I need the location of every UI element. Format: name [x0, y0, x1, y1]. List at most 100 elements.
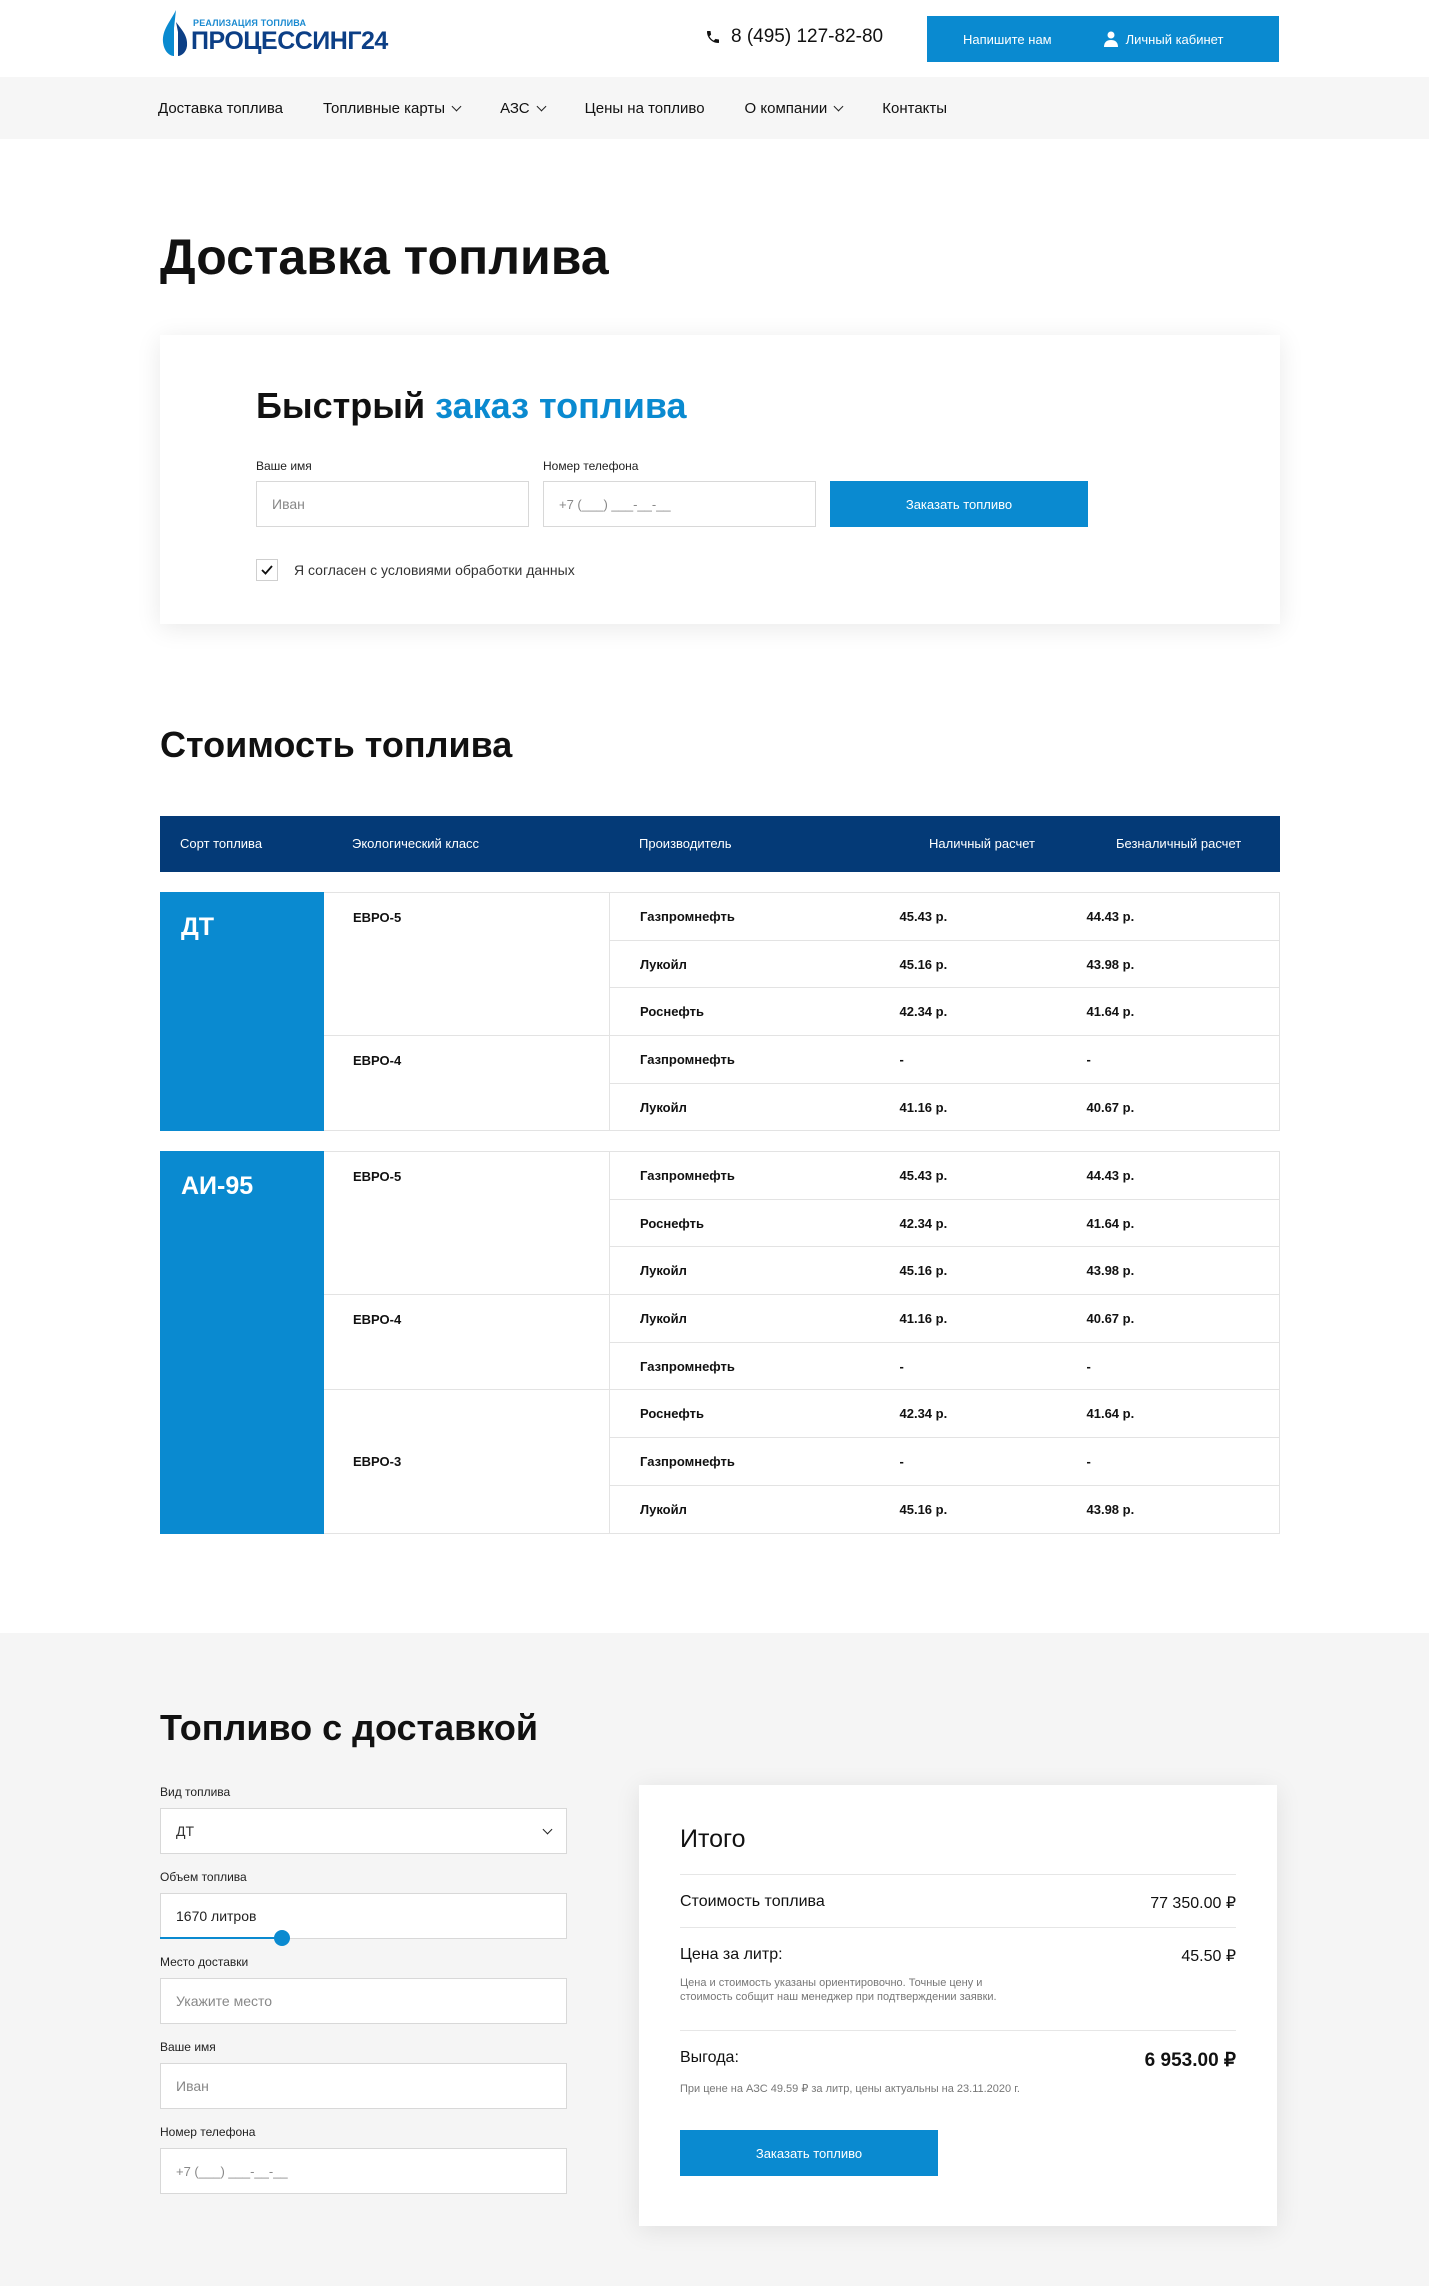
phone-input[interactable]: +7 (___) ___-__-__: [543, 481, 816, 527]
price-label: Цена за литр:: [680, 1946, 783, 1963]
noncash-price-cell: -: [1086, 1035, 1280, 1084]
cash-price-cell: 45.16 р.: [899, 939, 1087, 989]
volume-label: Объем топлива: [160, 1870, 247, 1884]
name-label: Ваше имя: [160, 2040, 216, 2054]
header: РЕАЛИЗАЦИЯ ТОПЛИВА ПРОЦЕССИНГ24 8 (495) …: [0, 0, 1429, 77]
main-nav: Доставка топлива Топливные карты АЗС Цен…: [0, 77, 1429, 139]
order-fuel-button[interactable]: Заказать топливо: [680, 2130, 938, 2176]
page-title: Доставка топлива: [160, 229, 609, 285]
slider-fill: [160, 1937, 283, 1939]
col-eco: Экологический класс: [352, 836, 480, 851]
consent-checkbox[interactable]: [256, 559, 278, 581]
consent-label: Я согласен с условиями обработки данных: [294, 562, 575, 578]
fuel-type-value: ДТ: [176, 1823, 195, 1839]
fuel-type-select[interactable]: ДТ: [160, 1808, 567, 1854]
cash-price-cell: 42.34 р.: [899, 1198, 1087, 1248]
price-group-table: ДТ ЕВРО-5 Газпромнефть 45.43 р. 44.43 р. Луко…: [160, 891, 1280, 1132]
cash-price-cell: 45.43 р.: [899, 1151, 1087, 1200]
eco-class-cell: ЕВРО-5: [323, 1150, 610, 1296]
nav-fuel-cards[interactable]: Топливные карты: [323, 100, 462, 117]
cash-price-cell: 45.43 р.: [899, 892, 1087, 941]
write-us-button[interactable]: Напишите нам: [963, 32, 1052, 47]
name-input[interactable]: Иван: [160, 2063, 567, 2109]
table-row: АИ-95 ЕВРО-5 Газпромнефть 45.43 р. 44.43 р.: [160, 1150, 1280, 1534]
logo-name: ПРОЦЕССИНГ24: [191, 27, 388, 55]
phone-label: Номер телефона: [160, 2125, 256, 2139]
volume-slider[interactable]: [160, 1930, 567, 1946]
quick-order-card: Быстрый заказ топлива Ваше имя Иван Номе…: [160, 335, 1280, 624]
noncash-price-cell: 40.67 р.: [1086, 1294, 1280, 1343]
eco-class-cell: ЕВРО-5: [323, 891, 610, 1037]
cash-price-cell: -: [899, 1437, 1087, 1486]
noncash-price-cell: 41.64 р.: [1086, 1389, 1280, 1439]
col-cash: Наличный расчет: [929, 836, 1035, 851]
eco-class-cell: ЕВРО-3: [323, 1389, 610, 1534]
cash-price-cell: 41.16 р.: [899, 1294, 1087, 1343]
quick-order-title: Быстрый заказ топлива: [256, 385, 687, 427]
cash-price-cell: 42.34 р.: [899, 987, 1087, 1037]
price-row: Цена за литр: 45.50 ₽: [680, 1946, 1236, 1966]
noncash-price-cell: 44.43 р.: [1086, 892, 1280, 941]
chevron-down-icon: [451, 101, 462, 111]
cash-price-cell: 41.16 р.: [899, 1082, 1087, 1132]
producer-cell: Лукойл: [609, 1294, 900, 1343]
producer-cell: Роснефть: [609, 1198, 900, 1248]
place-label: Место доставки: [160, 1955, 249, 1969]
benefit-value: 6 953.00 ₽: [1144, 2050, 1236, 2071]
place-input[interactable]: Укажите место: [160, 1978, 567, 2024]
benefit-label: Выгода:: [680, 2049, 739, 2066]
producer-cell: Газпромнефть: [609, 1341, 900, 1391]
volume-input[interactable]: 1670 литров: [160, 1893, 567, 1939]
nav-label: Доставка топлива: [158, 99, 284, 117]
price-note: Цена и стоимость указаны ориентировочно.…: [680, 1977, 997, 2003]
cash-price-cell: 42.34 р.: [899, 1389, 1087, 1439]
name-input[interactable]: Иван: [256, 481, 529, 527]
chevron-down-icon: [833, 101, 844, 111]
producer-cell: Лукойл: [609, 1246, 900, 1296]
noncash-price-cell: 44.43 р.: [1086, 1151, 1280, 1200]
phone-number: 8 (495) 127-82-80: [731, 26, 884, 47]
nav-azs[interactable]: АЗС: [500, 100, 547, 117]
phone-input[interactable]: +7 (___) ___-__-__: [160, 2148, 567, 2194]
noncash-price-cell: 43.98 р.: [1086, 939, 1280, 989]
summary-title: Итого: [680, 1825, 746, 1853]
nav-prices[interactable]: Цены на топливо: [585, 100, 705, 117]
producer-cell: Роснефть: [609, 987, 900, 1037]
nav-label: О компании: [744, 99, 828, 117]
noncash-price-cell: 40.67 р.: [1086, 1082, 1280, 1132]
phone-link[interactable]: 8 (495) 127-82-80: [705, 26, 883, 48]
benefit-row: Выгода: 6 953.00 ₽: [680, 2049, 1236, 2072]
nav-label: Цены на топливо: [584, 99, 705, 117]
producer-cell: Лукойл: [609, 1484, 900, 1534]
benefit-note: При цене на АЗС 49.59 ₽ за литр, цены ак…: [680, 2083, 1020, 2095]
noncash-price-cell: 43.98 р.: [1086, 1484, 1280, 1534]
producer-cell: Газпромнефть: [609, 1437, 900, 1486]
noncash-price-cell: -: [1086, 1341, 1280, 1391]
price-group-table: АИ-95 ЕВРО-5 Газпромнефть 45.43 р. 44.43 р. Р…: [160, 1150, 1280, 1534]
nav-delivery[interactable]: Доставка топлива: [158, 100, 283, 117]
name-label: Ваше имя: [256, 459, 312, 473]
table-row: ДТ ЕВРО-5 Газпромнефть 45.43 р. 44.43 р.: [160, 891, 1280, 1132]
order-fuel-button[interactable]: Заказать топливо: [830, 481, 1088, 527]
nav-contacts[interactable]: Контакты: [882, 100, 947, 117]
nav-label: Контакты: [882, 99, 948, 117]
logo[interactable]: РЕАЛИЗАЦИЯ ТОПЛИВА ПРОЦЕССИНГ24: [160, 8, 390, 58]
cabinet-button[interactable]: Личный кабинет: [1103, 31, 1224, 47]
cash-price-cell: -: [899, 1035, 1087, 1084]
producer-cell: Газпромнефть: [609, 1151, 900, 1200]
check-icon: [261, 565, 273, 575]
nav-about[interactable]: О компании: [744, 99, 844, 117]
cabinet-label: Личный кабинет: [1125, 31, 1224, 47]
phone-label: Номер телефона: [543, 459, 639, 473]
table-row: ЕВРО-3 Роснефть 42.34 р. 41.64 р.: [161, 1389, 1280, 1534]
price-value: 45.50 ₽: [1181, 1948, 1236, 1965]
chevron-down-icon: [536, 101, 547, 111]
prices-table-header: Сорт топлива Экологический класс Произво…: [160, 816, 1280, 872]
cash-price-cell: 45.16 р.: [899, 1484, 1087, 1534]
eco-class-cell: ЕВРО-4: [323, 1035, 610, 1132]
slider-handle[interactable]: [274, 1930, 291, 1946]
consent-row: Я согласен с условиями обработки данных: [256, 559, 575, 581]
producer-cell: Лукойл: [609, 1082, 900, 1132]
col-noncash: Безналичный расчет: [1116, 836, 1242, 851]
cash-price-cell: 45.16 р.: [899, 1246, 1087, 1296]
